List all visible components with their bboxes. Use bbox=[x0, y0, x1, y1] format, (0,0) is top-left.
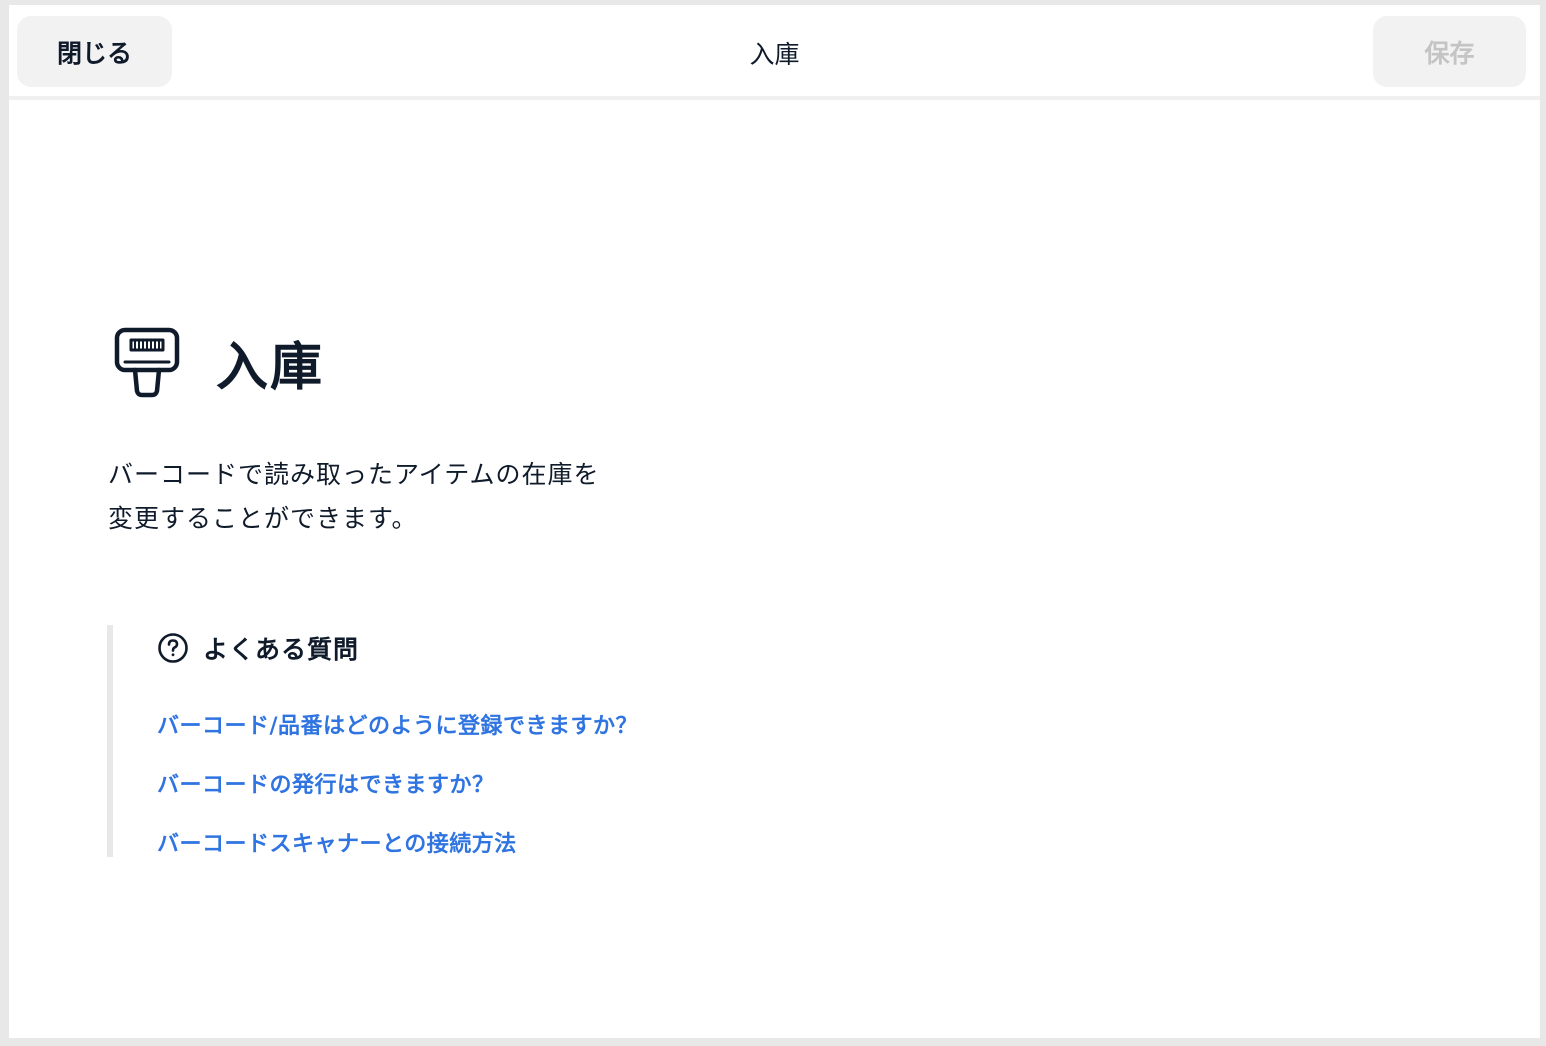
question-circle-icon bbox=[157, 632, 189, 664]
modal-header: 閉じる 入庫 保存 bbox=[9, 5, 1540, 100]
faq-title: よくある質問 bbox=[203, 635, 360, 664]
faq-link-register-barcode[interactable]: バーコード/品番はどのように登録できますか？ bbox=[157, 708, 638, 740]
barcode-scanner-icon bbox=[108, 323, 186, 401]
hero-section: 入庫 bbox=[108, 323, 324, 401]
modal-window: 閉じる 入庫 保存 入庫 バーコードで読み取ったアイテムの在庫を 変更することが… bbox=[9, 5, 1540, 1038]
faq-header: よくある質問 bbox=[157, 631, 359, 665]
faq-link-issue-barcode[interactable]: バーコードの発行はできますか？ bbox=[157, 767, 495, 799]
close-button[interactable]: 閉じる bbox=[17, 16, 172, 87]
header-title: 入庫 bbox=[749, 39, 800, 69]
description-line-1: バーコードで読み取ったアイテムの在庫を bbox=[108, 460, 600, 489]
page-title: 入庫 bbox=[216, 337, 325, 398]
faq-link-scanner-connection[interactable]: バーコードスキャナーとの接続方法 bbox=[157, 826, 517, 858]
faq-section: よくある質問 バーコード/品番はどのように登録できますか？ バーコードの発行はで… bbox=[107, 625, 707, 857]
save-button[interactable]: 保存 bbox=[1373, 16, 1526, 87]
description: バーコードで読み取ったアイテムの在庫を 変更することができます。 bbox=[108, 453, 600, 541]
description-line-2: 変更することができます。 bbox=[108, 504, 418, 533]
